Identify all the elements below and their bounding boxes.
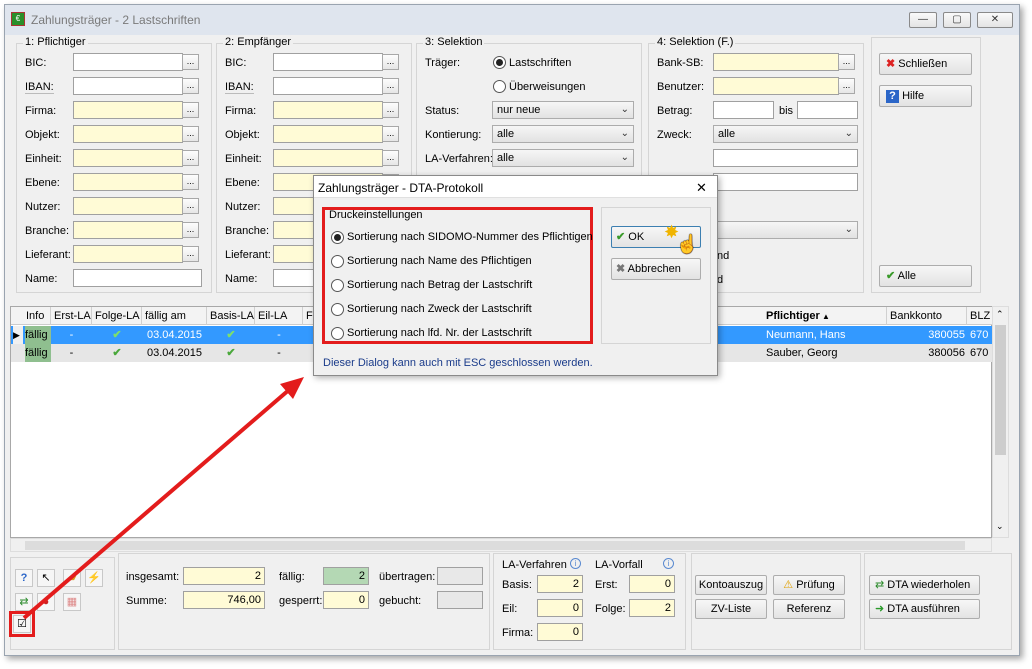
check-icon: ✔ bbox=[616, 231, 626, 243]
ok-label: OK bbox=[628, 231, 645, 243]
mouse-cursor-icon: ☝ bbox=[676, 234, 699, 254]
sort-option-radio[interactable] bbox=[331, 255, 344, 268]
sort-option-radio[interactable] bbox=[331, 231, 344, 244]
sort-option-radio[interactable] bbox=[331, 303, 344, 316]
dialog-hint: Dieser Dialog kann auch mit ESC geschlos… bbox=[323, 357, 593, 369]
sort-option-label[interactable]: Sortierung nach Name des Pflichtigen bbox=[347, 255, 532, 267]
abbrechen-button[interactable]: ✖ Abbrechen bbox=[611, 258, 701, 280]
cancel-icon: ✖ bbox=[616, 263, 626, 275]
druckeinstellungen-title: Druckeinstellungen bbox=[329, 209, 423, 221]
sort-option-label[interactable]: Sortierung nach lfd. Nr. der Lastschrift bbox=[347, 327, 532, 339]
abbrechen-label: Abbrechen bbox=[627, 263, 681, 275]
dialog-titlebar: Zahlungsträger - DTA-Protokoll ✕ bbox=[314, 176, 717, 198]
dta-protokoll-dialog: Zahlungsträger - DTA-Protokoll ✕ Druckei… bbox=[313, 175, 718, 376]
dialog-title: Zahlungsträger - DTA-Protokoll bbox=[318, 181, 484, 195]
sort-option-label[interactable]: Sortierung nach Betrag der Lastschrift bbox=[347, 279, 532, 291]
sort-option-label[interactable]: Sortierung nach Zweck der Lastschrift bbox=[347, 303, 532, 315]
druckeinstellungen-group bbox=[322, 207, 593, 344]
sort-option-radio[interactable] bbox=[331, 327, 344, 340]
sort-option-radio[interactable] bbox=[331, 279, 344, 292]
sort-option-label[interactable]: Sortierung nach SIDOMO-Nummer des Pflich… bbox=[347, 231, 593, 243]
dialog-close-icon[interactable]: ✕ bbox=[696, 180, 707, 196]
